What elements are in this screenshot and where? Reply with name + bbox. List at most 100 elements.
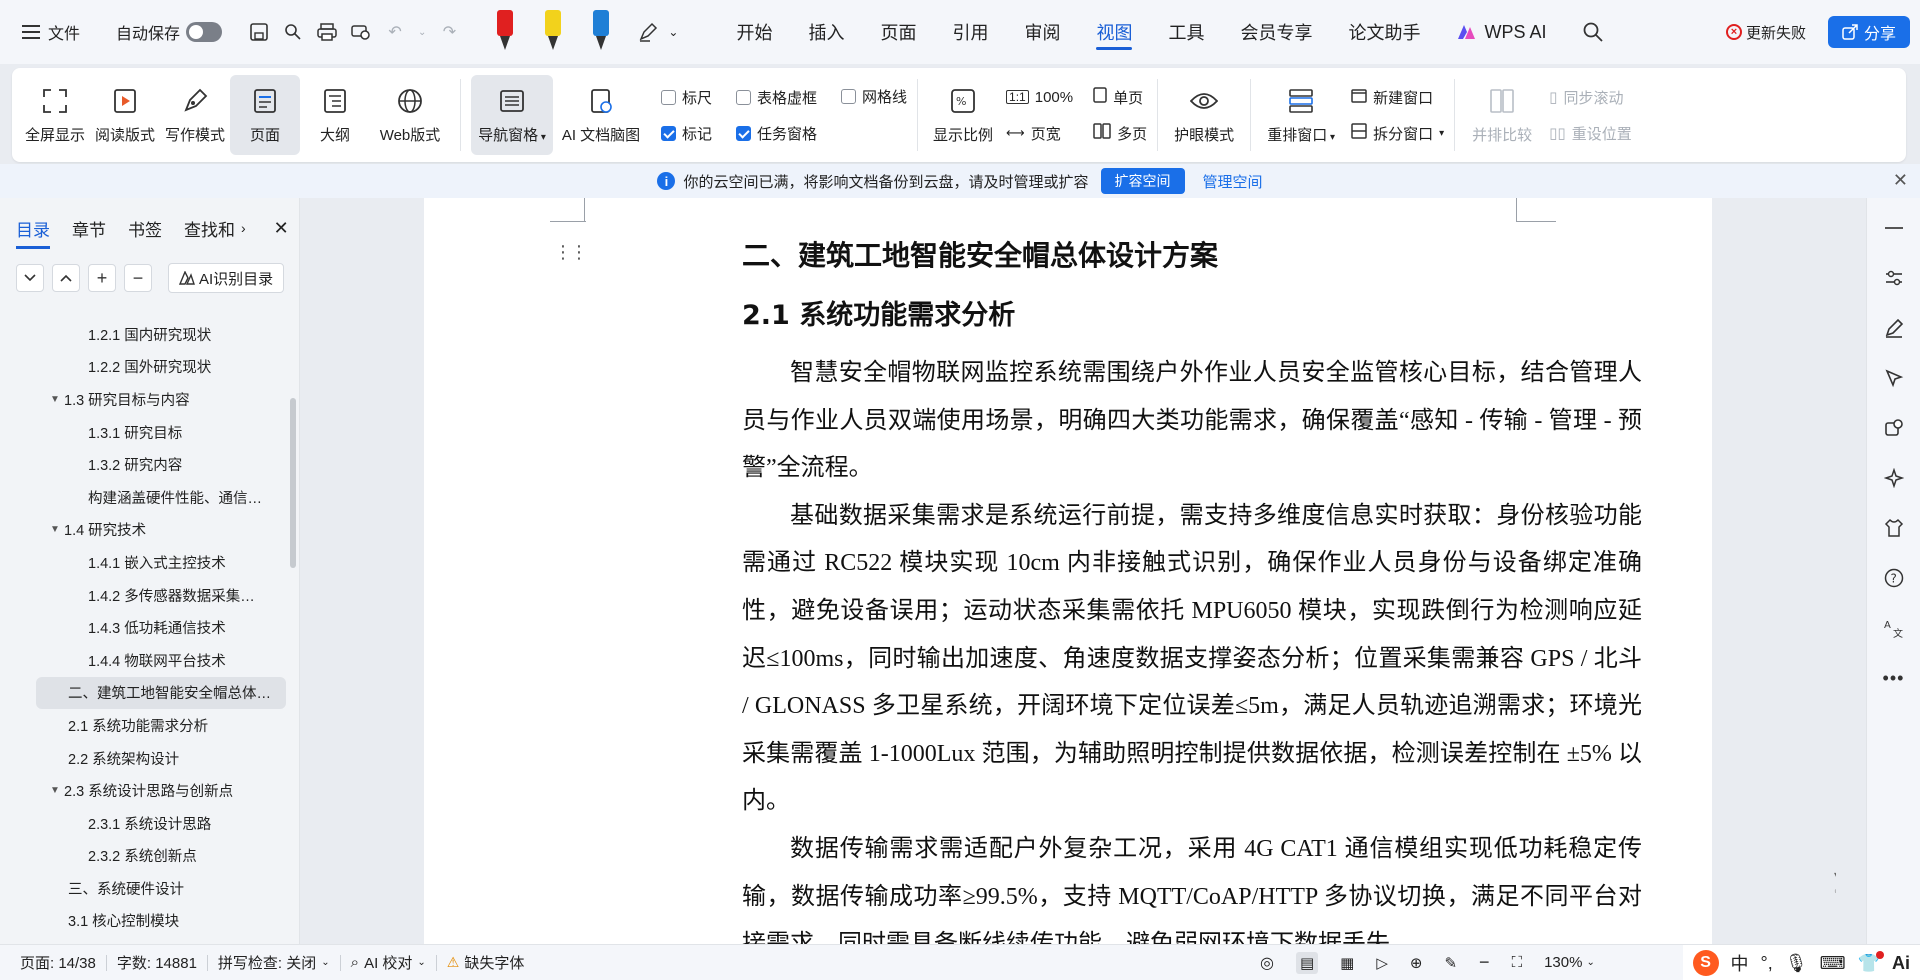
tab-tools[interactable]: 工具 (1150, 10, 1222, 54)
tab-page[interactable]: 页面 (862, 10, 934, 54)
zoom-100-button[interactable]: 1:1 100% (1006, 86, 1073, 108)
paragraph-drag-handle-icon[interactable]: ⋮⋮ (554, 242, 588, 263)
ime-mode-indicator[interactable]: 中 (1731, 950, 1749, 976)
ime-ai-indicator[interactable]: Ai (1892, 953, 1910, 974)
ruler-checkbox[interactable]: 标尺 (661, 86, 712, 108)
split-window-button[interactable]: 拆分窗口 ▾ (1351, 122, 1444, 144)
zoom-level[interactable]: 130% ⌄ (1544, 954, 1595, 971)
toc-item[interactable]: 1.2.1 国内研究现状 (0, 318, 300, 351)
undo-icon[interactable]: ↶ (384, 21, 406, 43)
collapse-arrow-icon[interactable]: ▼ (50, 524, 64, 535)
write-mode-button[interactable]: 写作模式 (160, 75, 230, 155)
tab-references[interactable]: 引用 (934, 10, 1006, 54)
nav-pane-button[interactable]: 导航窗格 ▾ (471, 75, 553, 155)
zoom-out-icon[interactable]: − (1479, 952, 1490, 973)
spell-check-toggle[interactable]: 拼写检查: 关闭 ⌄ (208, 952, 340, 973)
tab-home[interactable]: 开始 (718, 10, 790, 54)
eye-mode-button[interactable]: 护眼模式 (1168, 75, 1240, 155)
manage-space-link[interactable]: 管理空间 (1203, 171, 1263, 192)
tab-member[interactable]: 会员专享 (1222, 10, 1330, 54)
shirt-icon[interactable] (1880, 514, 1908, 542)
format-painter-icon[interactable] (282, 21, 304, 43)
fullscreen-button[interactable]: 全屏显示 (20, 75, 90, 155)
toc-item[interactable]: 2.3.1 系统设计思路 (0, 807, 300, 840)
tab-toc[interactable]: 目录 (16, 216, 50, 249)
toc-item[interactable]: 2.3.2 系统创新点 (0, 840, 300, 873)
tab-view[interactable]: 视图 (1078, 10, 1150, 54)
chevron-right-icon[interactable]: › (241, 220, 246, 236)
ai-mindmap-button[interactable]: AI 文档脑图 (553, 75, 649, 155)
pen-dropdown-icon[interactable]: ⌄ (668, 25, 678, 39)
display-ratio-button[interactable]: % 显示比例 (928, 75, 998, 155)
paragraph[interactable]: 数据传输需求需适配户外复杂工况，采用 4G CAT1 通信模组实现低功耗稳定传输… (742, 826, 1642, 944)
close-sidebar-icon[interactable]: ✕ (274, 218, 289, 239)
collapse-arrow-icon[interactable]: ▼ (50, 785, 64, 796)
sogou-logo-icon[interactable]: S (1692, 950, 1719, 976)
toc-item[interactable]: 2.1 系统功能需求分析 (0, 709, 300, 742)
paragraph[interactable]: 智慧安全帽物联网监控系统需围绕户外作业人员安全监管核心目标，结合管理人员与作业人… (742, 350, 1642, 493)
document-content[interactable]: 二、建筑工地智能安全帽总体设计方案 2.1 系统功能需求分析 智慧安全帽物联网监… (742, 234, 1642, 944)
select-cursor-icon[interactable] (1880, 364, 1908, 392)
document-heading-1[interactable]: 二、建筑工地智能安全帽总体设计方案 (742, 234, 1642, 278)
skin-shirt-icon[interactable]: 👕 (1858, 950, 1884, 974)
collapse-up-button[interactable] (52, 264, 80, 292)
toc-item[interactable]: 1.4.1 嵌入式主控技术 (0, 546, 300, 579)
outline-view-icon[interactable]: ▦ (1340, 954, 1354, 972)
collapse-rail-icon[interactable] (1880, 214, 1908, 242)
table-gridlines-checkbox[interactable]: 表格虚框 (736, 86, 817, 108)
page-view-icon[interactable]: ▤ (1295, 951, 1319, 974)
missing-font-button[interactable]: ⚠ 缺失字体 (437, 952, 535, 973)
expand-down-button[interactable] (16, 264, 44, 292)
sidebar-scrollbar[interactable] (290, 398, 296, 568)
toc-item[interactable]: ▼ 1.4 研究技术 (0, 514, 300, 547)
page-width-button[interactable]: ⟷ 页宽 (1006, 122, 1073, 144)
red-pen-icon[interactable] (494, 8, 516, 57)
ime-punct-indicator[interactable]: °, (1761, 953, 1773, 974)
yellow-pen-icon[interactable] (542, 8, 564, 57)
table-gridlines-box[interactable] (736, 89, 752, 105)
toc-item[interactable]: 构建涵盖硬件性能、通信… (0, 481, 300, 514)
write-view-icon[interactable]: ✎ (1444, 954, 1457, 972)
keyboard-icon[interactable]: ⌨ (1820, 953, 1846, 974)
collapse-arrow-icon[interactable]: ▼ (50, 394, 64, 405)
search-button[interactable] (1565, 10, 1621, 54)
toc-item[interactable]: 3.1 核心控制模块 (0, 905, 300, 938)
share-button[interactable]: 分享 (1827, 16, 1910, 48)
toc-item[interactable]: 1.2.2 国外研究现状 (0, 351, 300, 384)
close-icon[interactable]: ✕ (1893, 170, 1908, 191)
toc-item[interactable]: 1.4.2 多传感器数据采集… (0, 579, 300, 612)
play-icon[interactable]: ▷ (1376, 954, 1388, 972)
undo-dropdown-icon[interactable]: ⌄ (418, 27, 426, 38)
toc-item[interactable]: 二、建筑工地智能安全帽总体… (36, 676, 286, 710)
save-icon[interactable] (248, 21, 270, 43)
tab-bookmarks[interactable]: 书签 (128, 216, 162, 241)
file-menu[interactable]: 文件 (14, 12, 86, 52)
more-icon[interactable]: ••• (1880, 664, 1908, 692)
toc-item[interactable]: 1.4.3 低功耗通信技术 (0, 611, 300, 644)
toc-item[interactable]: ▼ 2.3 系统设计思路与创新点 (0, 774, 300, 807)
blue-pen-icon[interactable] (590, 8, 612, 57)
marks-checkbox-box[interactable] (661, 125, 676, 141)
print-icon[interactable] (316, 21, 338, 43)
add-heading-button[interactable]: + (88, 264, 116, 292)
gridlines-box[interactable] (841, 88, 857, 104)
autosave-switch[interactable] (186, 22, 223, 42)
tab-chapters[interactable]: 章节 (72, 216, 106, 241)
ai-star-icon[interactable] (1880, 464, 1908, 492)
marks-checkbox[interactable]: 标记 (661, 122, 712, 144)
outline-button[interactable]: 大纲 (300, 75, 370, 155)
toc-item[interactable]: 1.4.4 物联网平台技术 (0, 644, 300, 677)
fit-page-icon[interactable]: ⛶ (1512, 954, 1523, 971)
autosave-toggle[interactable]: 自动保存 (110, 12, 228, 52)
ruler-checkbox-box[interactable] (661, 89, 676, 105)
rearrange-windows-button[interactable]: 重排窗口 ▾ (1261, 75, 1341, 155)
help-icon[interactable]: ? (1880, 564, 1908, 592)
ai-proofread-button[interactable]: ⌕ AI 校对 ⌄ (341, 952, 436, 973)
prev-page-icon[interactable]: ▾ (1834, 870, 1836, 881)
toc-item[interactable]: 三、系统硬件设计 (0, 872, 300, 905)
word-count[interactable]: 字数: 14881 (107, 952, 207, 973)
scroll-top-icon[interactable]: ⇞ (1834, 208, 1836, 219)
eye-mode-icon[interactable]: ◎ (1260, 953, 1274, 973)
web-view-icon[interactable]: ⊕ (1410, 954, 1423, 972)
tab-find[interactable]: 查找和 (184, 216, 235, 241)
